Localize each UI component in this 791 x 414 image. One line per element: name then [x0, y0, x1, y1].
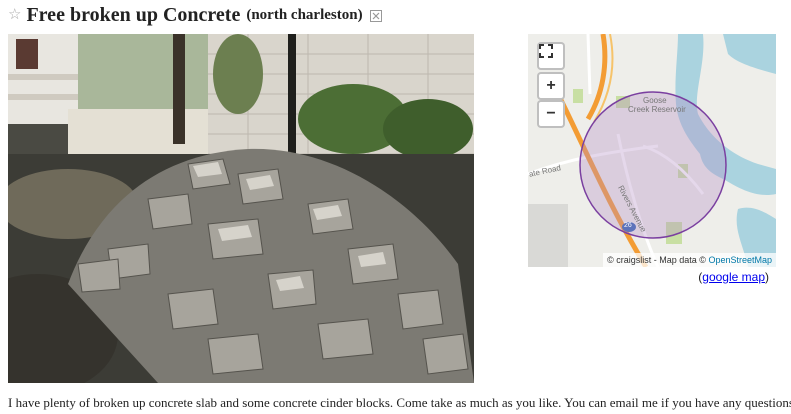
openstreetmap-link[interactable]: OpenStreetMap — [708, 255, 772, 265]
map-attribution: © craigslist - Map data © OpenStreetMap — [603, 253, 776, 267]
google-map-row: (google map) — [698, 270, 769, 284]
map-zoom-in-button[interactable]: + — [537, 72, 565, 100]
posting-location: (north charleston) — [246, 6, 363, 23]
fullscreen-icon — [539, 44, 553, 58]
star-icon[interactable]: ☆ — [8, 7, 21, 23]
location-map[interactable]: Goose Creek Reservoir ate Road Rivers Av… — [528, 34, 776, 267]
posting-photo[interactable] — [8, 34, 474, 383]
reservoir-label-line1: Goose — [643, 96, 667, 105]
attribution-text: © craigslist - Map data © — [607, 255, 706, 265]
highway-shield-label: 26 — [624, 222, 632, 229]
map-zoom-out-button[interactable]: − — [537, 100, 565, 128]
posting-title-row: ☆ Free broken up Concrete (north charles… — [8, 2, 382, 28]
map-fullscreen-button[interactable] — [537, 42, 565, 70]
reservoir-label-line2: Creek Reservoir — [628, 105, 686, 114]
hide-icon[interactable] — [369, 10, 382, 22]
posting-title: Free broken up Concrete — [26, 3, 241, 26]
posting-body: I have plenty of broken up concrete slab… — [8, 395, 791, 410]
google-map-close-paren: ) — [765, 270, 769, 284]
google-map-link[interactable]: google map — [702, 270, 765, 284]
